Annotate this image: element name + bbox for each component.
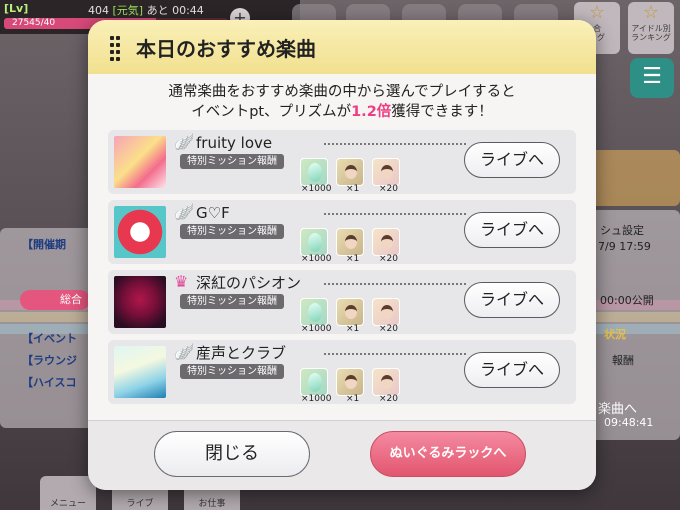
idol-reward-icon — [336, 228, 364, 256]
song-name: 産声とクラブ — [196, 344, 287, 362]
description-line-1: 通常楽曲をおすすめ楽曲の中から選んでプレイすると — [168, 84, 516, 100]
mission-reward-label: 特別ミッション報酬 — [180, 294, 284, 309]
song-row: 🪽 G♡F 特別ミッション報酬 ×1000 ×1 ×20 ライブへ — [108, 200, 576, 264]
refresh-date: 7/9 17:59 — [598, 240, 651, 253]
reward-qty: ×1000 — [301, 184, 332, 194]
multiplier-highlight: 1.2倍 — [351, 104, 392, 120]
idol-ranking-label: アイドル別 ランキング — [631, 24, 671, 42]
close-button[interactable]: 閉じる — [154, 431, 310, 477]
hamburger-menu-icon[interactable]: ☰ — [630, 58, 674, 98]
event-banner[interactable] — [590, 150, 680, 206]
prism-reward-icon — [300, 298, 328, 326]
mission-reward-label: 特別ミッション報酬 — [180, 154, 284, 169]
situation-text: 状況 — [604, 328, 626, 341]
card-reward-icon — [372, 158, 400, 186]
reward-qty: ×20 — [379, 394, 398, 404]
reward-link[interactable]: 報酬 — [612, 352, 634, 368]
reward-qty: ×1 — [346, 254, 360, 264]
stats-text: 404 [元気] あと 00:44 — [88, 2, 204, 18]
song-jacket — [114, 346, 166, 398]
release-time: 00:00公開 — [600, 294, 654, 307]
refresh-setting: シュ設定 — [600, 224, 644, 237]
wing-icon: 🪽 — [174, 132, 194, 151]
description-line-2: イベントpt、プリズムが1.2倍獲得できます！ — [191, 104, 493, 120]
overall-tab[interactable]: 総合 — [20, 290, 90, 310]
plush-rack-button[interactable]: ぬいぐるみラックへ — [370, 431, 526, 477]
prism-reward-icon — [300, 158, 328, 186]
song-row: 🪽 fruity love 特別ミッション報酬 ×1000 ×1 ×20 ライブ… — [108, 130, 576, 194]
live-button[interactable]: ライブへ — [464, 212, 560, 248]
song-name: fruity love — [196, 134, 273, 152]
dialog-header: 本日のおすすめ楽曲 — [88, 20, 596, 74]
event-panel — [0, 228, 100, 428]
song-jacket — [114, 136, 166, 188]
idol-reward-icon — [336, 298, 364, 326]
star-icon: ☆ — [642, 2, 660, 23]
divider — [324, 213, 466, 215]
dialog-footer: 閉じる ぬいぐるみラックへ — [88, 420, 596, 490]
dialog-description: 通常楽曲をおすすめ楽曲の中から選んでプレイすると イベントpt、プリズムが1.2… — [88, 82, 596, 122]
mission-reward-label: 特別ミッション報酬 — [180, 224, 284, 239]
live-button[interactable]: ライブへ — [464, 352, 560, 388]
prism-reward-icon — [300, 368, 328, 396]
divider — [324, 143, 466, 145]
wing-icon: 🪽 — [174, 202, 194, 221]
song-row: 🪽 産声とクラブ 特別ミッション報酬 ×1000 ×1 ×20 ライブへ — [108, 340, 576, 404]
level-label: [Lv] — [4, 2, 29, 15]
card-reward-icon — [372, 368, 400, 396]
exp-text: 27545/40 — [12, 18, 56, 28]
reward-qty: ×20 — [379, 324, 398, 334]
idol-reward-icon — [336, 368, 364, 396]
song-row: ♛ 深紅のパシオン 特別ミッション報酬 ×1000 ×1 ×20 ライブへ — [108, 270, 576, 334]
songs-link[interactable]: 楽曲へ — [598, 398, 637, 417]
overall-label: 総合 — [60, 293, 82, 306]
stamina-label: [元気] — [112, 4, 144, 17]
song-name: 深紅のパシオン — [196, 274, 302, 292]
level-value: 404 — [88, 4, 109, 17]
dialog-title: 本日のおすすめ楽曲 — [136, 37, 316, 61]
grip-icon — [110, 36, 122, 61]
divider — [324, 283, 466, 285]
list-line-lounge: 【ラウンジ — [22, 354, 77, 367]
live-button[interactable]: ライブへ — [464, 142, 560, 178]
crown-icon: ♛ — [174, 272, 189, 291]
song-jacket — [114, 206, 166, 258]
reward-qty: ×1 — [346, 184, 360, 194]
card-reward-icon — [372, 228, 400, 256]
mission-reward-label: 特別ミッション報酬 — [180, 364, 284, 379]
reward-qty: ×1000 — [301, 324, 332, 334]
song-jacket — [114, 276, 166, 328]
reward-qty: ×1000 — [301, 254, 332, 264]
stamina-timer: あと 00:44 — [146, 4, 204, 17]
idol-reward-icon — [336, 158, 364, 186]
list-line-highscore: 【ハイスコ — [22, 376, 77, 389]
wing-icon: 🪽 — [174, 342, 194, 361]
reward-qty: ×1000 — [301, 394, 332, 404]
card-reward-icon — [372, 298, 400, 326]
reward-qty: ×20 — [379, 184, 398, 194]
prism-reward-icon — [300, 228, 328, 256]
countdown: 09:48:41 — [604, 416, 654, 429]
list-line-event: 【イベント — [22, 332, 77, 345]
recommended-songs-dialog: 本日のおすすめ楽曲 通常楽曲をおすすめ楽曲の中から選んでプレイすると イベントp… — [88, 20, 596, 490]
live-button[interactable]: ライブへ — [464, 282, 560, 318]
reward-qty: ×20 — [379, 254, 398, 264]
idol-ranking-button[interactable]: ☆ アイドル別 ランキング — [628, 2, 674, 54]
divider — [324, 353, 466, 355]
reward-qty: ×1 — [346, 324, 360, 334]
song-name: G♡F — [196, 204, 230, 222]
reward-qty: ×1 — [346, 394, 360, 404]
event-status-text: 【開催期 — [22, 238, 66, 251]
